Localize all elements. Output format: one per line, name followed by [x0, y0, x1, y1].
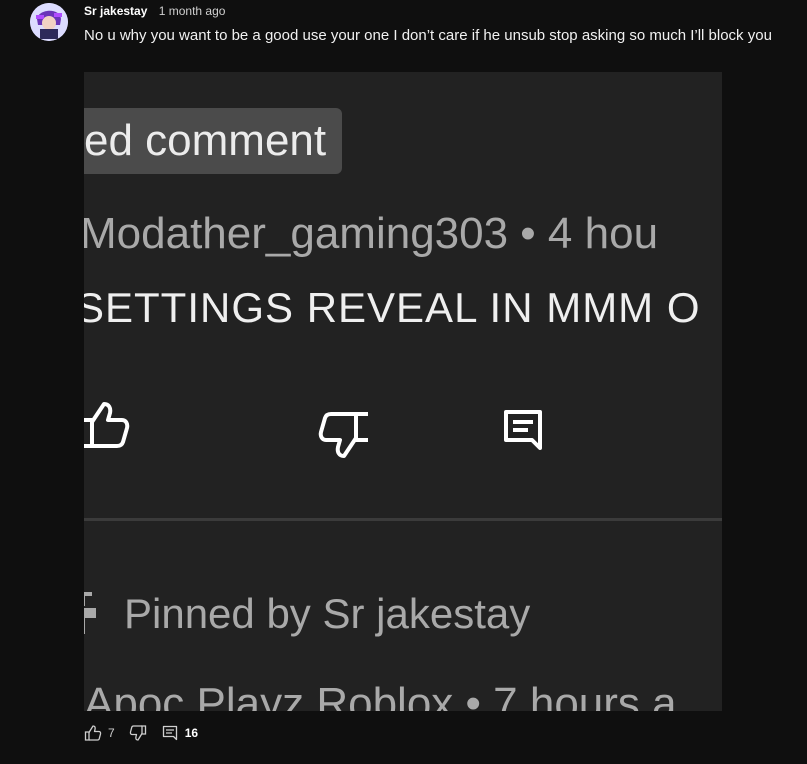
reply-button[interactable]: [161, 724, 179, 742]
comment-header: Sr jakestay 1 month ago: [84, 4, 225, 19]
author-name[interactable]: Sr jakestay: [84, 4, 147, 18]
comment-icon: [504, 410, 542, 450]
thumbs-down-icon: [318, 412, 368, 458]
comment-post: Sr jakestay 1 month ago No u why you wan…: [0, 0, 807, 764]
comment-actions: 7 16: [84, 724, 212, 742]
image-divider: [84, 518, 722, 521]
like-button[interactable]: [84, 724, 102, 742]
timestamp[interactable]: 1 month ago: [159, 4, 226, 18]
image-handle-text: Modather_gaming303 • 4 hou: [84, 209, 659, 258]
thumbs-up-icon: [84, 402, 130, 448]
dislike-button[interactable]: [129, 724, 147, 742]
image-next-author-text: Apoc Playz Roblox • 7 hours a: [84, 679, 677, 711]
attached-image[interactable]: ed comment Modather_gaming303 • 4 hou SE…: [84, 72, 722, 711]
image-badge-text: ed comment: [84, 108, 343, 174]
comment-text: No u why you want to be a good use your …: [84, 27, 772, 44]
reply-count[interactable]: 16: [185, 726, 198, 740]
like-count: 7: [108, 726, 115, 740]
image-pinned-text: Pinned by Sr jakestay: [124, 590, 531, 637]
image-caps-text: SETTINGS REVEAL IN MMM O: [84, 284, 701, 331]
pin-icon: [84, 592, 96, 634]
avatar-image: [30, 3, 68, 41]
avatar[interactable]: [30, 3, 68, 41]
